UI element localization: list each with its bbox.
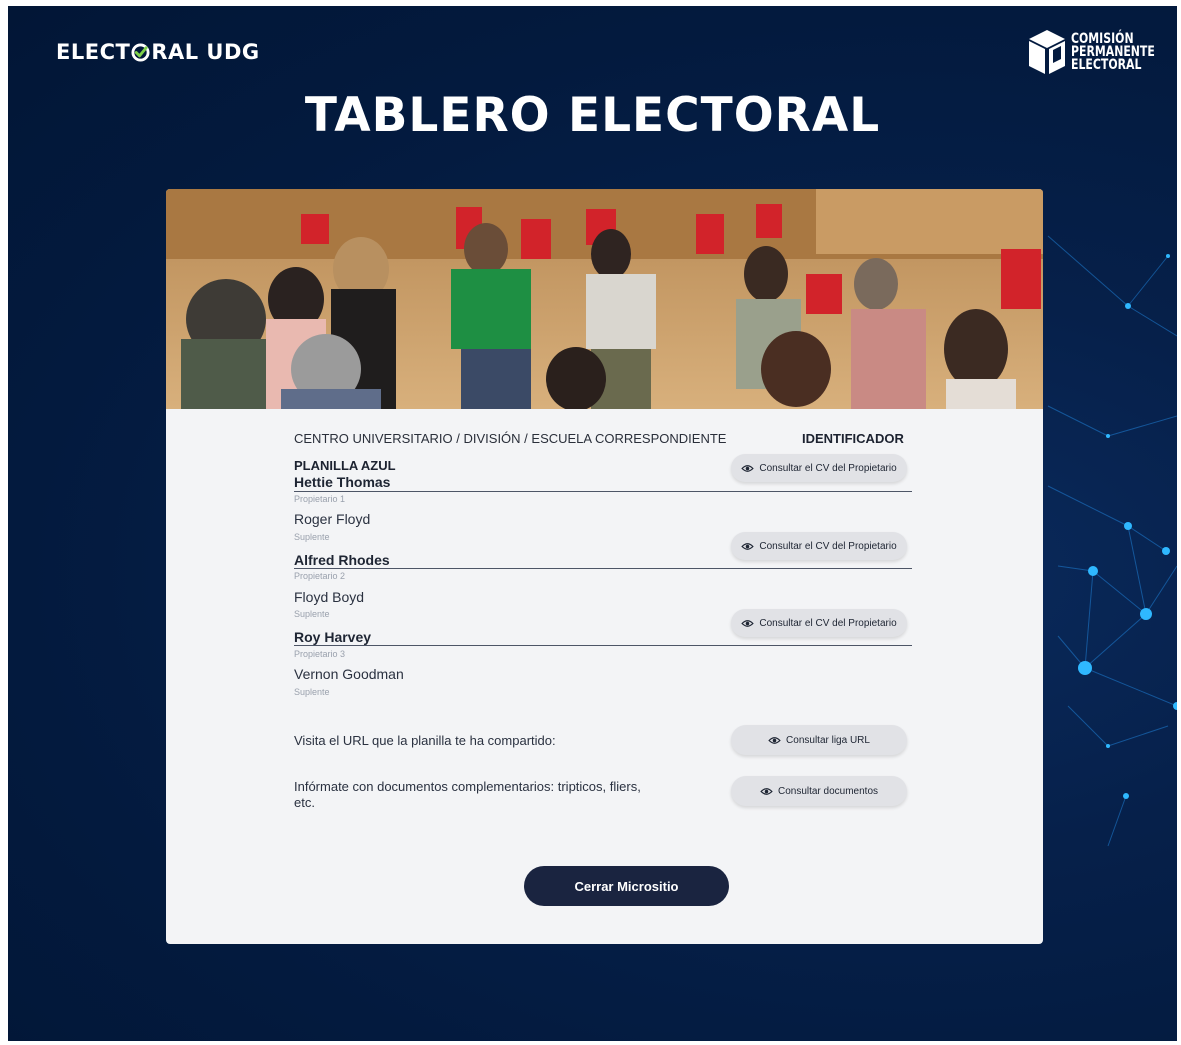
eye-icon — [741, 464, 755, 472]
substitute-role-1: Suplente — [294, 532, 330, 542]
eye-icon — [741, 542, 755, 550]
microsite-content: CENTRO UNIVERSITARIO / DIVISIÓN / ESCUEL… — [166, 409, 1043, 944]
planilla-name: PLANILLA AZUL — [294, 458, 396, 473]
close-microsite-button[interactable]: Cerrar Micrositio — [524, 866, 729, 906]
substitute-name-1: Roger Floyd — [294, 511, 371, 527]
owner-name-1: Hettie Thomas — [294, 474, 391, 490]
page-title: TABLERO ELECTORAL — [304, 88, 881, 143]
divider-2 — [294, 568, 912, 569]
view-documents-button[interactable]: Consultar documentos — [731, 776, 907, 806]
view-cv-button-1[interactable]: Consultar el CV del Propietario — [731, 454, 907, 482]
page-background: ELECT RAL UDG COMISIÓN PERMANENTE ELECTO… — [8, 6, 1177, 1041]
check-circle-icon — [131, 42, 150, 62]
owner-role-2: Propietario 2 — [294, 571, 346, 581]
ballot-box-icon — [1029, 30, 1065, 74]
owner-name-3: Roy Harvey — [294, 629, 372, 645]
owner-role-1: Propietario 1 — [294, 494, 346, 504]
view-cv-label-3: Consultar el CV del Propietario — [759, 617, 897, 629]
section-label: CENTRO UNIVERSITARIO / DIVISIÓN / ESCUEL… — [294, 431, 727, 446]
substitute-role-3: Suplente — [294, 687, 330, 697]
electoral-udg-logo: ELECT RAL UDG — [56, 40, 260, 64]
owner-name-2: Alfred Rhodes — [294, 552, 390, 568]
view-url-button[interactable]: Consultar liga URL — [731, 725, 907, 755]
divider-3 — [294, 645, 912, 646]
view-url-label: Consultar liga URL — [786, 734, 870, 746]
brand-text-left: ELECT — [56, 40, 131, 64]
identifier-label: IDENTIFICADOR — [802, 431, 904, 446]
substitute-name-3: Vernon Goodman — [294, 666, 404, 682]
eye-icon — [760, 787, 773, 795]
eye-icon — [768, 736, 781, 744]
eye-icon — [741, 619, 755, 627]
microsite-card: CENTRO UNIVERSITARIO / DIVISIÓN / ESCUEL… — [166, 189, 1043, 944]
owner-role-3: Propietario 3 — [294, 649, 346, 659]
comision-permanente-electoral-logo: COMISIÓN PERMANENTE ELECTORAL — [1027, 28, 1171, 76]
view-cv-button-3[interactable]: Consultar el CV del Propietario — [731, 609, 907, 637]
view-cv-label-2: Consultar el CV del Propietario — [759, 540, 897, 552]
brand-text-right: RAL UDG — [151, 40, 260, 64]
view-documents-label: Consultar documentos — [777, 785, 879, 797]
url-prompt: Visita el URL que la planilla te ha comp… — [294, 733, 556, 748]
group-meeting-photo — [166, 189, 1043, 409]
substitute-role-2: Suplente — [294, 609, 330, 619]
substitute-name-2: Floyd Boyd — [294, 589, 365, 605]
view-cv-button-2[interactable]: Consultar el CV del Propietario — [731, 532, 907, 560]
divider-1 — [294, 491, 912, 492]
docs-prompt: Infórmate con documentos complementarios… — [294, 779, 641, 810]
view-cv-label-1: Consultar el CV del Propietario — [759, 462, 897, 474]
org-name-line-3: ELECTORAL — [1071, 56, 1142, 73]
